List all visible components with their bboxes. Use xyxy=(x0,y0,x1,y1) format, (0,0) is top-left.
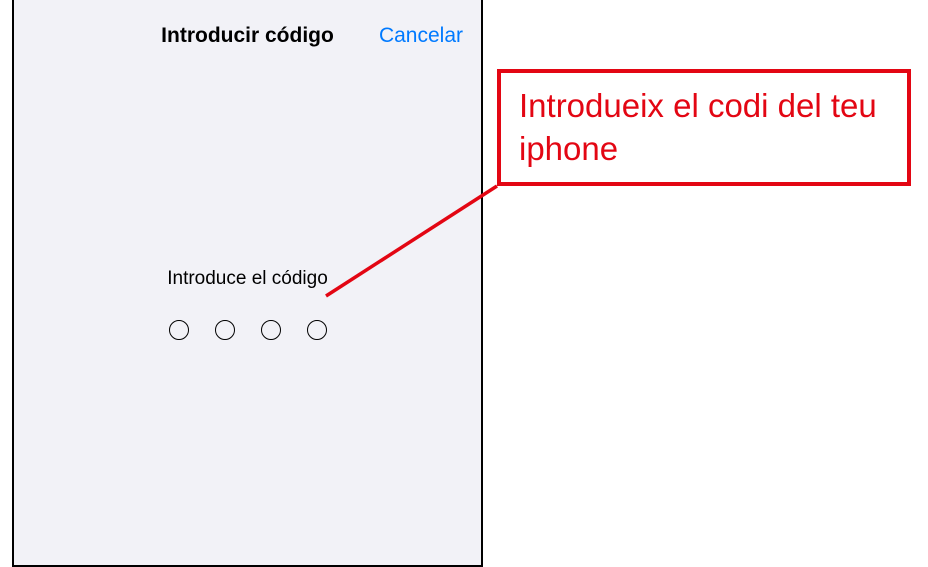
passcode-modal-sheet: Introducir código Cancelar Introduce el … xyxy=(14,8,481,565)
cancel-button[interactable]: Cancelar xyxy=(379,24,463,48)
passcode-dot-2 xyxy=(215,320,235,340)
sheet-title: Introducir código xyxy=(161,24,334,48)
passcode-dot-3 xyxy=(261,320,281,340)
sheet-header: Introducir código Cancelar xyxy=(14,8,481,64)
passcode-dot-4 xyxy=(307,320,327,340)
annotation-callout-box: Introdueix el codi del teu iphone xyxy=(497,69,911,186)
passcode-prompt: Introduce el código xyxy=(14,268,481,290)
passcode-dot-1 xyxy=(169,320,189,340)
phone-screen-frame: Introducir código Cancelar Introduce el … xyxy=(12,0,483,567)
passcode-entry-area: Introduce el código xyxy=(14,268,481,340)
annotation-text: Introdueix el codi del teu iphone xyxy=(519,85,907,171)
passcode-dots-container[interactable] xyxy=(14,320,481,340)
